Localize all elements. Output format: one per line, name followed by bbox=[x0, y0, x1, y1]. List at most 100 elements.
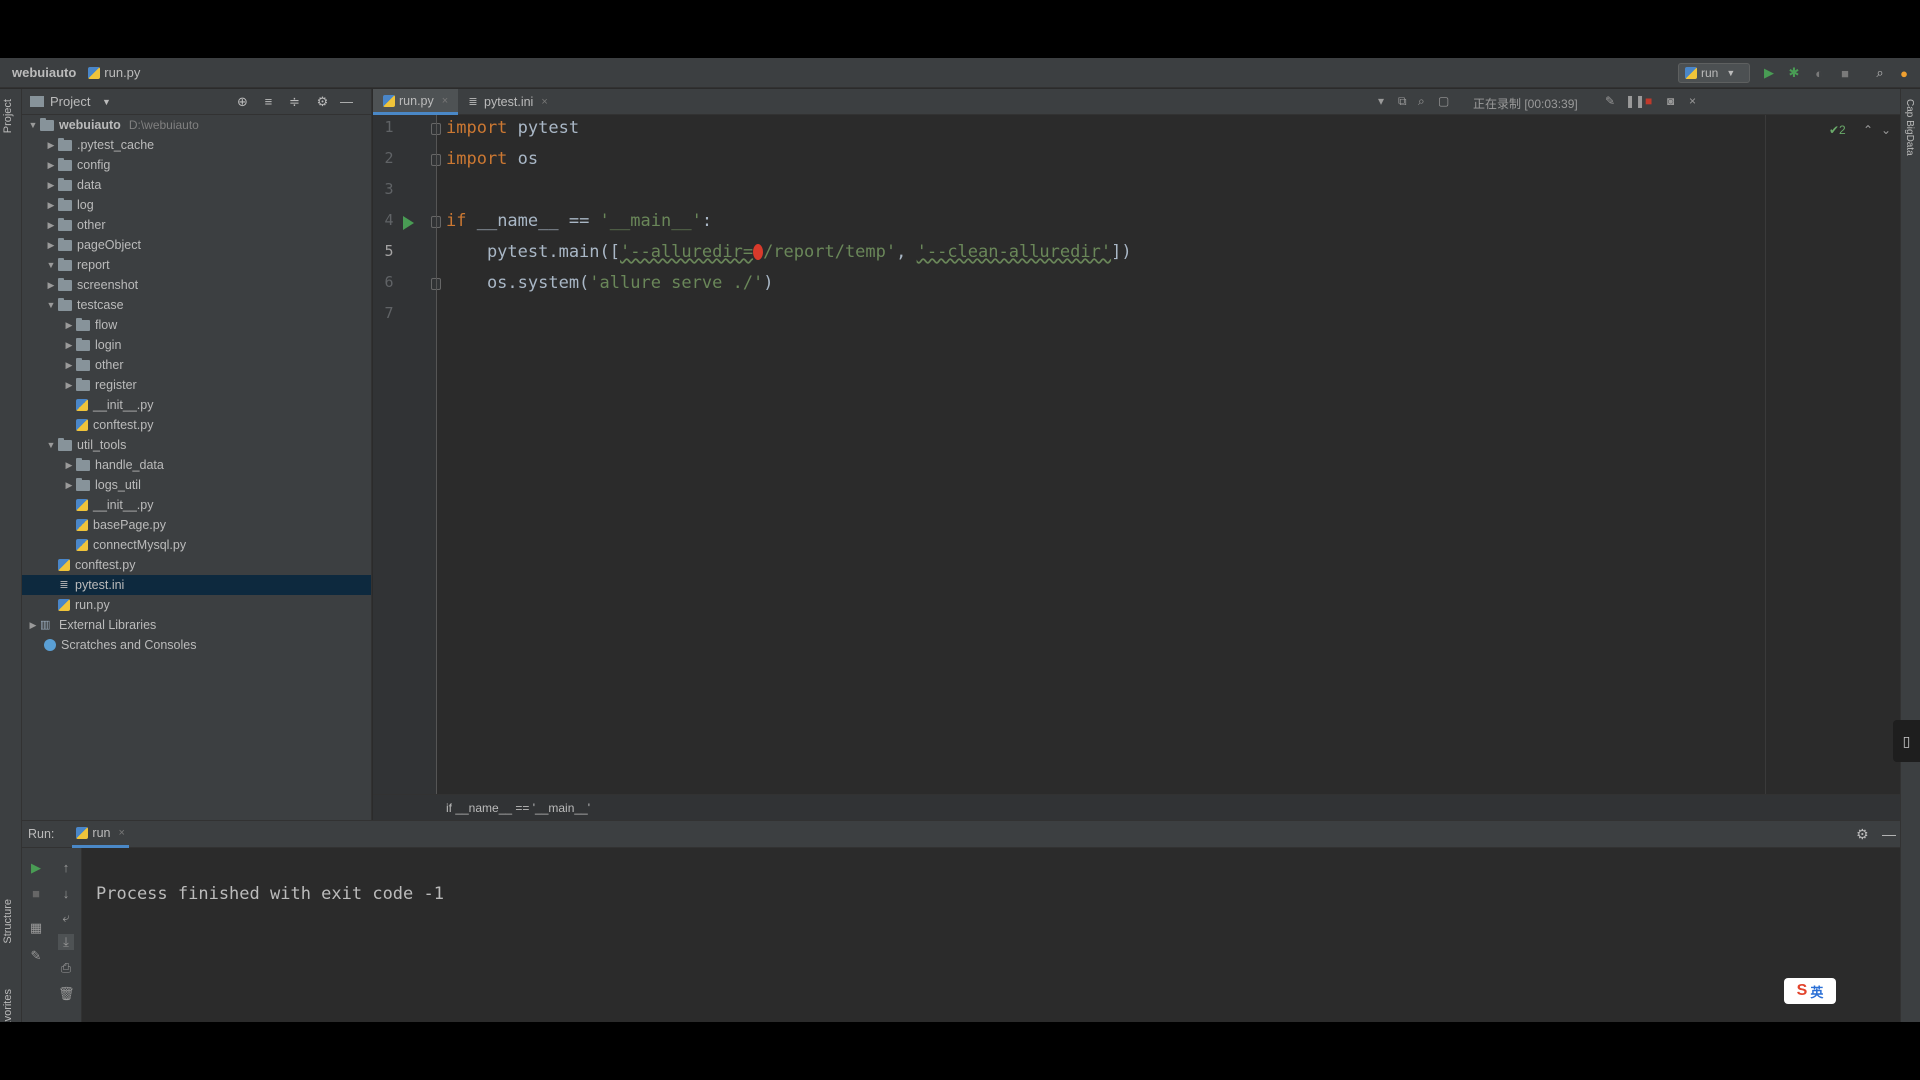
tree-item-label: External Libraries bbox=[59, 618, 157, 632]
nav-project-crumb[interactable]: webuiauto bbox=[12, 65, 76, 80]
tree-item[interactable]: basePage.py bbox=[22, 515, 371, 535]
chevron-down-icon[interactable]: ⌄ bbox=[1881, 123, 1891, 137]
debug-button[interactable]: ✱ bbox=[1785, 64, 1803, 82]
camera-icon[interactable]: ◙ bbox=[1667, 94, 1674, 108]
stop-record-icon[interactable]: ■ bbox=[1645, 94, 1652, 108]
gear-icon[interactable]: ⚙ bbox=[314, 94, 330, 110]
tree-item[interactable]: ▶ flow bbox=[22, 315, 371, 335]
bigdata-tool-tab[interactable]: Cap BigData bbox=[1904, 99, 1915, 156]
tree-item-label: basePage.py bbox=[93, 518, 166, 532]
tree-item[interactable]: ▶ login bbox=[22, 335, 371, 355]
hide-panel-icon[interactable]: — bbox=[1882, 826, 1896, 842]
code-token: ]) bbox=[1111, 242, 1132, 262]
arrow-up-icon[interactable]: ↑ bbox=[58, 860, 74, 876]
tree-root[interactable]: ▼ webuiauto D:\webuiauto bbox=[22, 115, 371, 135]
tree-item[interactable]: __init__.py bbox=[22, 495, 371, 515]
locate-file-icon[interactable]: ⊕ bbox=[234, 94, 250, 110]
tree-scratches[interactable]: Scratches and Consoles bbox=[22, 635, 371, 655]
run-tab[interactable]: run × bbox=[72, 820, 129, 848]
tree-item[interactable]: ▶ log bbox=[22, 195, 371, 215]
rerun-icon[interactable]: ▶ bbox=[28, 860, 44, 876]
window-icon[interactable]: ▢ bbox=[1438, 94, 1449, 108]
tree-item[interactable]: conftest.py bbox=[22, 555, 371, 575]
stop-icon[interactable]: ■ bbox=[28, 886, 44, 902]
python-file-icon bbox=[58, 559, 70, 571]
line-number: 5 bbox=[384, 242, 394, 260]
tree-item[interactable]: connectMysql.py bbox=[22, 535, 371, 555]
collapse-all-icon[interactable]: ≑ bbox=[286, 94, 302, 110]
tab-pytest-ini[interactable]: ≣ pytest.ini × bbox=[457, 89, 558, 115]
search-icon[interactable]: ⌕ bbox=[1871, 64, 1889, 82]
trash-icon[interactable]: 🗑 bbox=[58, 986, 75, 1002]
chevron-right-icon: ▶ bbox=[47, 159, 55, 170]
tree-item[interactable]: ▶ other bbox=[22, 355, 371, 375]
tree-item-label: login bbox=[95, 338, 122, 352]
nav-file-crumb[interactable]: run.py bbox=[88, 65, 140, 80]
close-icon[interactable]: × bbox=[541, 96, 547, 108]
gear-icon[interactable]: ⚙ bbox=[1856, 826, 1869, 843]
run-configuration-select[interactable]: run ▼ bbox=[1678, 63, 1750, 83]
tab-run-py[interactable]: run.py × bbox=[373, 89, 459, 115]
chevron-right-icon: ▶ bbox=[47, 139, 55, 150]
tree-item[interactable]: ▶ pageObject bbox=[22, 235, 371, 255]
chevron-down-icon[interactable]: ▼ bbox=[98, 97, 114, 107]
tree-item[interactable]: ▶ handle_data bbox=[22, 455, 371, 475]
folder-icon bbox=[76, 337, 90, 351]
tree-item[interactable]: ▶ other bbox=[22, 215, 371, 235]
project-tool-tab[interactable]: Project bbox=[2, 99, 14, 133]
chevron-up-icon[interactable]: ⌃ bbox=[1863, 123, 1873, 137]
tree-item[interactable]: run.py bbox=[22, 595, 371, 615]
tree-item[interactable]: ▼ report bbox=[22, 255, 371, 275]
floating-side-tab[interactable]: ▯ bbox=[1893, 720, 1920, 762]
pause-icon[interactable]: ❚❚ bbox=[1625, 94, 1645, 108]
tree-item[interactable]: ▶ data bbox=[22, 175, 371, 195]
project-view-select[interactable]: Project bbox=[50, 94, 90, 109]
editor-breadcrumb[interactable]: if __name__ == '__main__' bbox=[373, 794, 1920, 820]
tree-item[interactable]: ≣ pytest.ini bbox=[22, 575, 371, 595]
soft-wrap-icon[interactable]: ⤶ bbox=[58, 910, 74, 926]
tree-item-label: __init__.py bbox=[93, 398, 154, 412]
pen-icon[interactable]: ✎ bbox=[1605, 94, 1615, 108]
keyword-token: if bbox=[446, 211, 467, 231]
update-icon[interactable]: ● bbox=[1895, 64, 1913, 82]
tree-item[interactable]: __init__.py bbox=[22, 395, 371, 415]
ide-window: webuiauto run.py run ▼ ▶ ✱ ◐ ■ ⌕ ● Proje… bbox=[0, 58, 1920, 1034]
pin-icon[interactable]: ✎ bbox=[28, 948, 44, 964]
tree-item[interactable]: ▼ testcase bbox=[22, 295, 371, 315]
inspections-widget[interactable]: ✔2 bbox=[1829, 123, 1846, 137]
stop-button[interactable]: ■ bbox=[1836, 64, 1854, 82]
close-icon[interactable]: × bbox=[1689, 94, 1696, 108]
tree-external-libraries[interactable]: ▶ ▥ External Libraries bbox=[22, 615, 371, 635]
right-tool-strip: Cap BigData bbox=[1900, 89, 1920, 1022]
editor-gutter: 1 2 3 4 5 6 7 bbox=[373, 115, 441, 794]
scratches-icon bbox=[44, 639, 56, 651]
print-icon[interactable]: ⎙ bbox=[58, 960, 74, 976]
arrow-down-icon[interactable]: ↓ bbox=[58, 886, 74, 902]
run-gutter-icon[interactable] bbox=[403, 216, 414, 230]
close-icon[interactable]: × bbox=[442, 95, 448, 107]
chevron-down-icon[interactable]: ▾ bbox=[1378, 94, 1384, 108]
expand-all-icon[interactable]: ≡ bbox=[260, 94, 276, 109]
tree-item[interactable]: ▶ .pytest_cache bbox=[22, 135, 371, 155]
coverage-button[interactable]: ◐ bbox=[1810, 64, 1828, 82]
run-button[interactable]: ▶ bbox=[1760, 64, 1778, 82]
code-editor[interactable]: 1 2 3 4 5 6 7 import pytest import os if… bbox=[373, 115, 1920, 794]
tree-item[interactable]: ▶ config bbox=[22, 155, 371, 175]
right-margin-guide bbox=[1765, 115, 1766, 794]
chevron-right-icon: ▶ bbox=[47, 239, 55, 250]
split-icon[interactable]: ⧉ bbox=[1398, 94, 1407, 109]
structure-tool-tab[interactable]: Structure bbox=[2, 899, 14, 944]
tree-item[interactable]: ▶ screenshot bbox=[22, 275, 371, 295]
search-icon[interactable]: ⌕ bbox=[1418, 94, 1425, 109]
scroll-to-end-icon[interactable]: ⤓ bbox=[58, 934, 74, 950]
code-line-2: import os bbox=[446, 148, 538, 170]
tree-item[interactable]: conftest.py bbox=[22, 415, 371, 435]
layout-icon[interactable]: ▦ bbox=[28, 920, 44, 936]
run-console[interactable]: Process finished with exit code -1 bbox=[82, 848, 1900, 1022]
tree-item[interactable]: ▼ util_tools bbox=[22, 435, 371, 455]
close-icon[interactable]: × bbox=[118, 827, 124, 839]
hide-panel-icon[interactable]: — bbox=[338, 94, 354, 109]
ime-indicator[interactable]: S 英 bbox=[1784, 978, 1836, 1004]
tree-item[interactable]: ▶ register bbox=[22, 375, 371, 395]
tree-item[interactable]: ▶ logs_util bbox=[22, 475, 371, 495]
